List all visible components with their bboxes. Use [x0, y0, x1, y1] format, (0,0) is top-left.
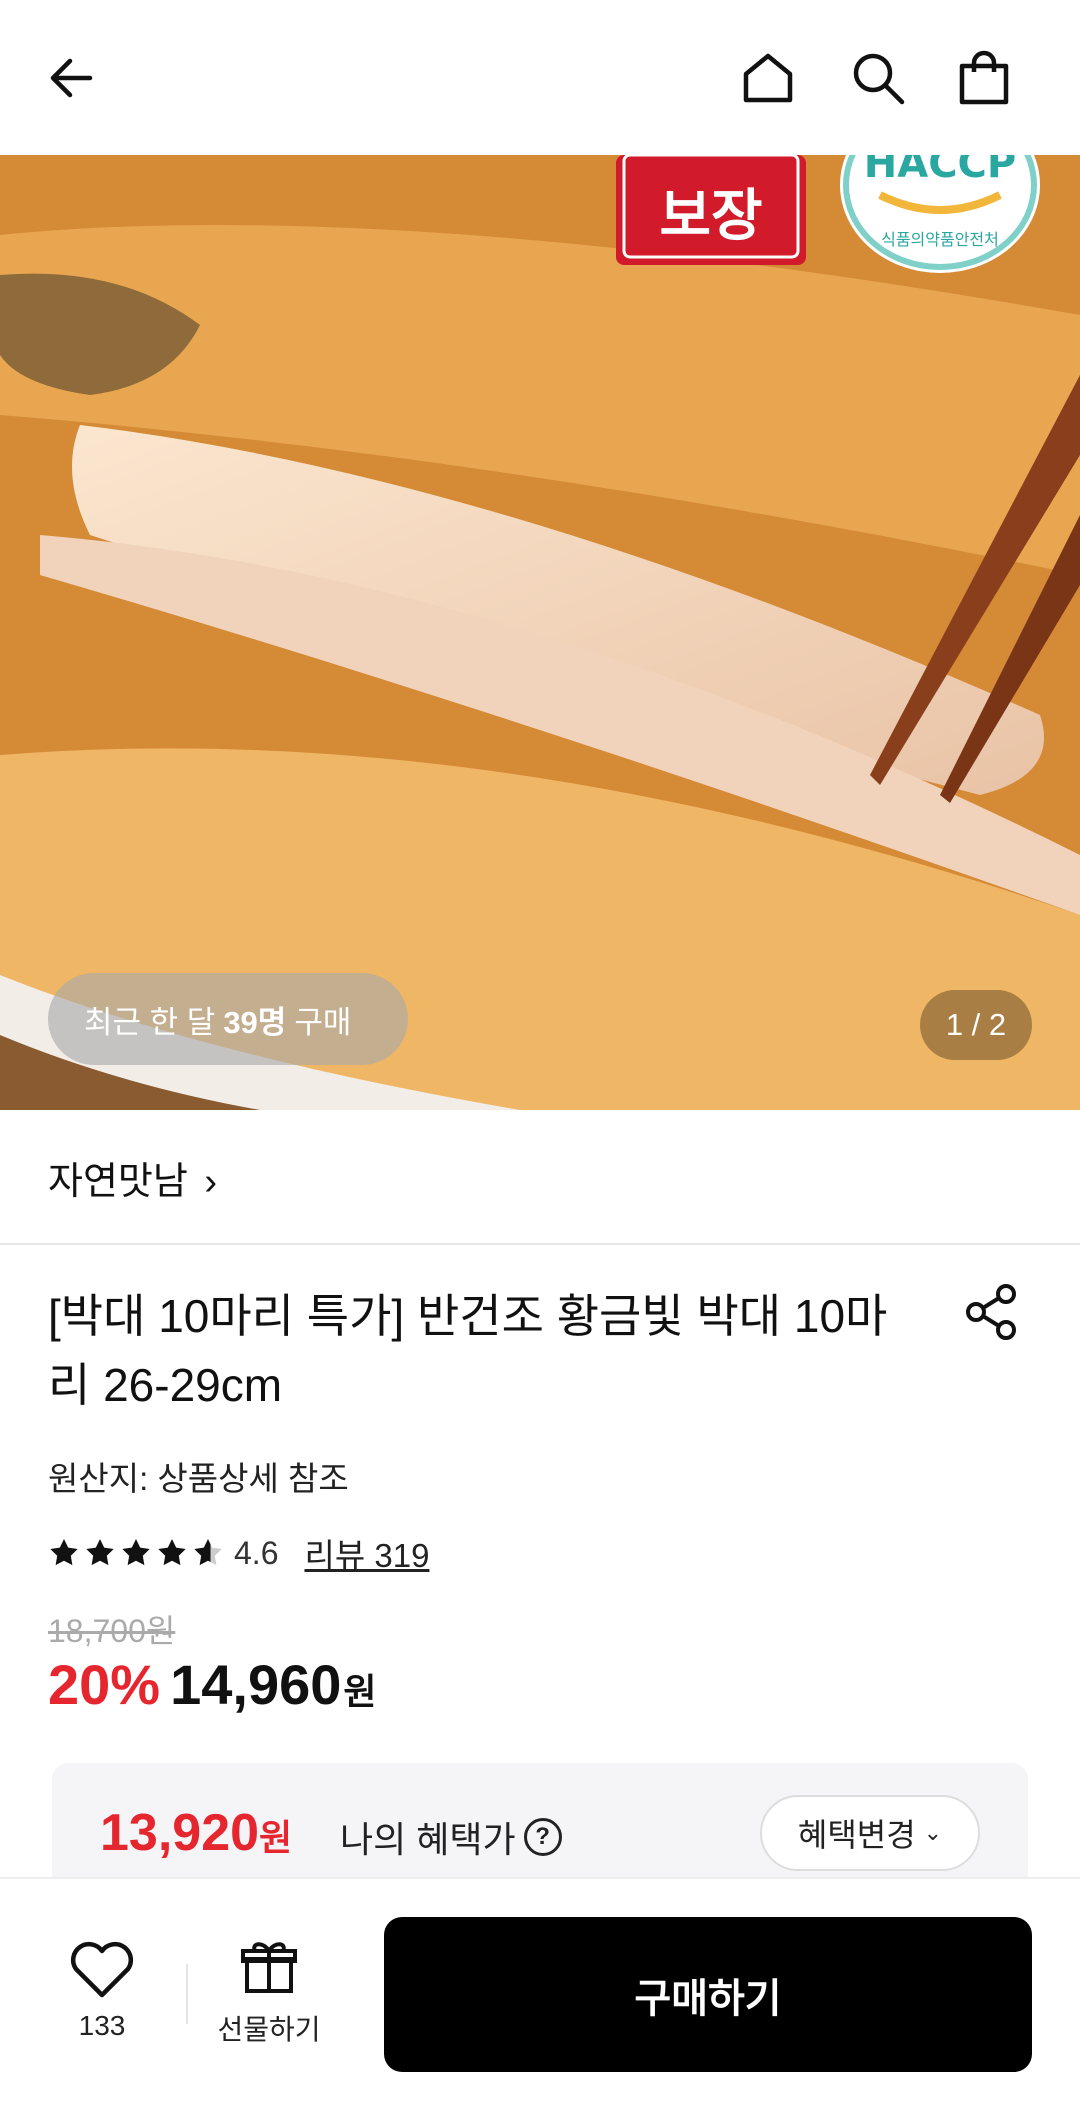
- chevron-right-icon: ›: [204, 1161, 218, 1203]
- star-icon: [194, 1539, 222, 1566]
- recent-count: 39명: [223, 1004, 287, 1040]
- search-icon[interactable]: [842, 42, 914, 114]
- product-title: [박대 10마리 특가] 반건조 황금빛 박대 10마리 26-29cm: [48, 1290, 888, 1411]
- heart-icon: [70, 1941, 134, 1998]
- gift-label: 선물하기: [217, 2014, 321, 2045]
- benefit-price: 13,920원: [100, 1803, 292, 1863]
- star-icon: [122, 1539, 150, 1566]
- sale-price: 14,960: [170, 1653, 342, 1716]
- chevron-down-icon: ⌄: [923, 1820, 943, 1845]
- star-icon: [158, 1539, 186, 1566]
- like-button[interactable]: 133: [62, 1939, 142, 2042]
- star-icon: [86, 1539, 114, 1566]
- home-icon[interactable]: [732, 42, 804, 114]
- review-link[interactable]: 리뷰 319: [304, 1529, 429, 1577]
- share-icon[interactable]: [960, 1280, 1024, 1344]
- help-icon[interactable]: ?: [523, 1818, 562, 1856]
- like-count: 133: [78, 2010, 126, 2041]
- rating-row: 4.6 리뷰 319: [48, 1531, 429, 1575]
- star-rating: [48, 1537, 224, 1569]
- price-row: 20% 14,960 원: [48, 1652, 377, 1717]
- benefit-label-text: 나의 혜택가: [340, 1819, 516, 1860]
- rating-value: 4.6: [234, 1534, 279, 1571]
- origin-info: 원산지: 상품상세 참조: [48, 1460, 349, 1497]
- bottom-action-bar: 133 선물하기 구매하기: [0, 1877, 1080, 2107]
- haccp-sub-text: 식품의약품안전처: [881, 230, 999, 249]
- store-name: 자연맛남: [48, 1161, 188, 1203]
- benefit-price-unit: 원: [259, 1817, 293, 1858]
- recent-prefix: 최근 한 달: [84, 1004, 216, 1040]
- benefit-change-button[interactable]: 혜택변경 ⌄: [760, 1795, 980, 1871]
- back-arrow-icon[interactable]: [36, 42, 108, 114]
- recent-purchase-badge: 최근 한 달 39명 구매: [48, 973, 408, 1065]
- shopping-bag-icon[interactable]: [948, 42, 1020, 114]
- top-app-bar: [0, 0, 1080, 155]
- carousel-page-indicator: 1 / 2: [920, 990, 1032, 1060]
- benefit-label: 나의 혜택가 ?: [340, 1811, 562, 1863]
- benefit-change-label: 혜택변경: [797, 1817, 916, 1853]
- product-photo: 보장 HACCP 식품의약품안전처: [0, 155, 1080, 1110]
- bar-divider: [186, 1964, 188, 2024]
- buy-button[interactable]: 구매하기: [384, 1917, 1032, 2072]
- benefit-price-value: 13,920: [100, 1804, 260, 1862]
- gift-icon: [241, 1942, 297, 1993]
- discount-rate: 20%: [48, 1653, 161, 1716]
- haccp-logo-text: HACCP: [864, 155, 1016, 187]
- gift-button[interactable]: 선물하기: [214, 1937, 324, 2048]
- product-image-carousel[interactable]: 보장 HACCP 식품의약품안전처 최근 한 달 39명 구매 1 / 2: [0, 155, 1080, 1110]
- quality-badge-text: 보장: [659, 184, 762, 249]
- price-unit: 원: [343, 1671, 377, 1712]
- original-price: 18,700원: [48, 1613, 176, 1649]
- store-link[interactable]: 자연맛남 ›: [48, 1150, 217, 1205]
- recent-suffix: 구매: [294, 1004, 352, 1040]
- section-divider: [0, 1243, 1080, 1245]
- star-icon: [50, 1539, 78, 1566]
